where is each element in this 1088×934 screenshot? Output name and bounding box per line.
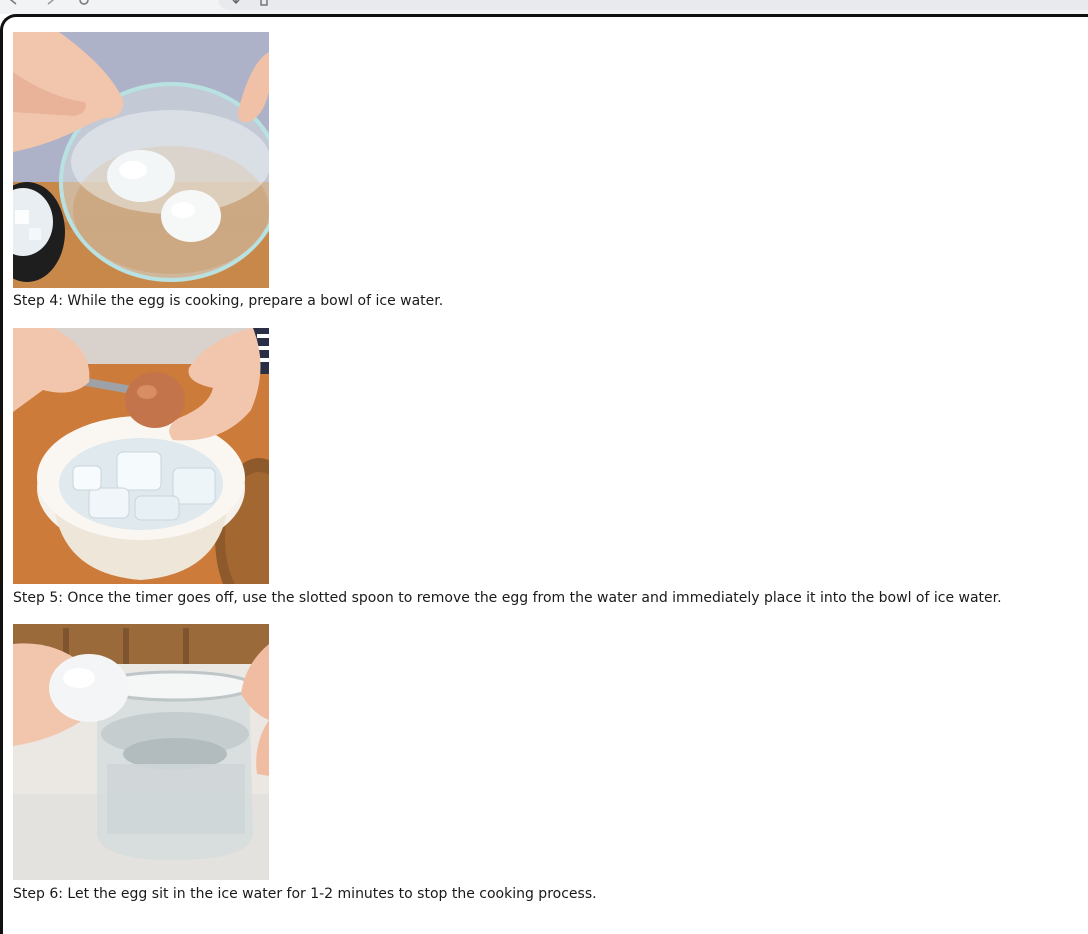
step-4-image — [13, 32, 269, 288]
step-6-caption: Step 6: Let the egg sit in the ice water… — [13, 886, 597, 902]
step-4-caption: Step 4: While the egg is cooking, prepar… — [13, 293, 444, 309]
back-arrow-icon[interactable] — [8, 0, 20, 6]
step-5-image — [13, 328, 269, 584]
download-icon[interactable] — [230, 0, 242, 6]
page-icon[interactable] — [258, 0, 270, 6]
step-6-image — [13, 624, 269, 880]
reload-icon[interactable] — [78, 0, 90, 6]
address-bar[interactable] — [218, 0, 1088, 10]
forward-arrow-icon[interactable] — [44, 0, 56, 6]
step-5-caption: Step 5: Once the timer goes off, use the… — [13, 590, 1002, 606]
browser-toolbar — [0, 0, 1088, 14]
